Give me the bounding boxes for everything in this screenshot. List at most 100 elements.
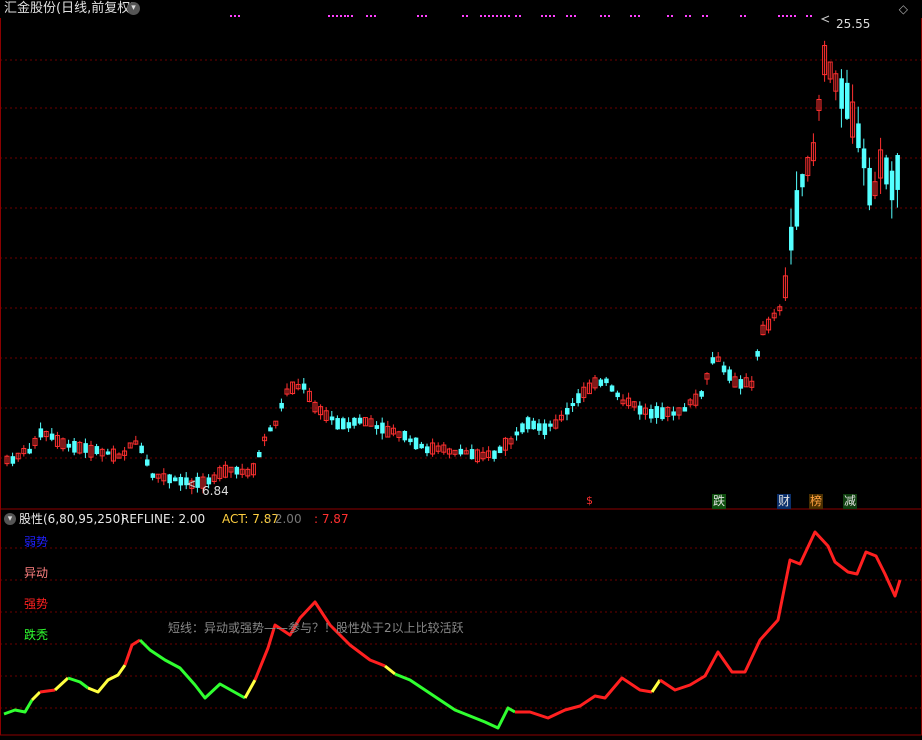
candle-body bbox=[458, 448, 464, 455]
candle-body bbox=[497, 446, 503, 454]
event-tag-finance[interactable]: 财 bbox=[777, 494, 792, 509]
candle-body bbox=[352, 417, 357, 426]
candle-body bbox=[660, 407, 665, 420]
candle-body bbox=[604, 378, 609, 384]
candle-body bbox=[699, 391, 704, 397]
candle-body bbox=[150, 473, 156, 478]
candle-body bbox=[195, 476, 200, 488]
indicator-hint: 短线：异动或强势——参与？！股性处于2以上比较活跃 bbox=[168, 621, 464, 635]
candle-body bbox=[889, 170, 895, 201]
candle-body bbox=[268, 427, 273, 432]
candle-body bbox=[615, 392, 620, 398]
candle-body bbox=[346, 422, 352, 429]
candle-body bbox=[548, 423, 553, 427]
candle-body bbox=[66, 443, 72, 448]
indicator-segment-strong bbox=[39, 688, 56, 694]
indicator-segment-strong bbox=[253, 600, 386, 681]
legend-strong: 强势 bbox=[24, 597, 49, 611]
min-price-label: 6.84 bbox=[202, 484, 229, 498]
indicator-name[interactable]: 股性(6,80,95,250) bbox=[19, 510, 125, 528]
candle-body bbox=[884, 157, 889, 185]
indicator-segment-transition bbox=[650, 679, 662, 693]
candle-body bbox=[537, 423, 542, 431]
candle-body bbox=[794, 190, 800, 227]
candle-body bbox=[867, 167, 872, 206]
indicator-menu-icon[interactable]: ▾ bbox=[4, 513, 16, 525]
candle-body bbox=[234, 466, 240, 475]
candle-body bbox=[738, 379, 744, 389]
candle-body bbox=[710, 357, 716, 364]
candle-body bbox=[789, 226, 794, 251]
candle-body bbox=[721, 365, 727, 373]
candle-body bbox=[94, 446, 100, 455]
candle-body bbox=[173, 477, 178, 482]
candle-body bbox=[839, 78, 844, 109]
candle-body bbox=[301, 383, 307, 390]
candle-body bbox=[178, 477, 184, 486]
candle-body bbox=[800, 174, 805, 188]
diamond-icon[interactable]: ◇ bbox=[899, 0, 908, 18]
candle-body bbox=[279, 402, 284, 409]
indicator-segment-strong bbox=[515, 676, 653, 720]
secondary-value: : 2.00 bbox=[267, 512, 302, 526]
event-tag-reduce[interactable]: 减 bbox=[843, 494, 858, 509]
indicator-segment-fall bbox=[394, 672, 516, 730]
candle-body bbox=[637, 405, 643, 415]
candle-body bbox=[649, 409, 654, 419]
candle-body bbox=[27, 448, 32, 454]
candle-body bbox=[425, 446, 430, 454]
candle-body bbox=[469, 449, 475, 460]
indicator-segment-fall bbox=[3, 699, 34, 716]
candle-body bbox=[38, 428, 44, 438]
candle-body bbox=[671, 411, 676, 416]
candle-body bbox=[727, 369, 732, 381]
chevron-down-icon[interactable]: ▾ bbox=[127, 2, 140, 15]
candle-body bbox=[145, 459, 150, 466]
candle-body bbox=[576, 393, 581, 404]
candle-body bbox=[335, 418, 340, 430]
indicator-segment-strong bbox=[123, 638, 141, 666]
indicator-segment-fall bbox=[138, 638, 246, 700]
candle-body bbox=[609, 385, 615, 392]
indicator-segment-transition bbox=[53, 676, 70, 692]
candle-body bbox=[374, 425, 380, 429]
candle-body bbox=[380, 422, 385, 434]
candle-body bbox=[139, 445, 144, 454]
candle-body bbox=[525, 417, 531, 430]
candle-body bbox=[565, 407, 570, 415]
indicator-segment-transition bbox=[87, 664, 127, 694]
candle-body bbox=[514, 431, 520, 436]
candle-body bbox=[413, 437, 419, 450]
candle-body bbox=[83, 443, 88, 453]
candle-body bbox=[357, 417, 363, 424]
candle-body bbox=[341, 418, 346, 430]
candle-body bbox=[49, 433, 55, 440]
candle-body bbox=[682, 407, 688, 412]
event-tag-dollar[interactable]: $ bbox=[586, 494, 593, 507]
candle-body bbox=[492, 450, 497, 459]
candle-body bbox=[755, 351, 760, 357]
refline-value: REFLINE: 2.00 bbox=[121, 512, 206, 526]
max-price-label: 25.55 bbox=[836, 17, 871, 31]
candle-body bbox=[105, 451, 111, 455]
event-tag-board[interactable]: 榜 bbox=[809, 494, 824, 509]
candle-body bbox=[10, 456, 16, 464]
indicator-segment-fall bbox=[67, 676, 89, 690]
candle-body bbox=[895, 155, 900, 190]
tertiary-value: : 7.87 bbox=[314, 512, 349, 526]
candle-body bbox=[72, 440, 77, 453]
candle-body bbox=[654, 406, 660, 418]
grid-lines bbox=[0, 59, 922, 709]
chart-title: 汇金股份(日线,前复权) bbox=[4, 1, 136, 16]
candle-body bbox=[542, 423, 548, 435]
indicator-segment-transition bbox=[30, 690, 42, 702]
candle-body bbox=[570, 403, 576, 407]
candle-body bbox=[257, 451, 262, 458]
indicator-segment-transition bbox=[384, 664, 396, 676]
legend-abnormal: 异动 bbox=[24, 566, 49, 580]
indicator-segment-strong bbox=[659, 530, 902, 692]
candle-body bbox=[856, 123, 861, 149]
event-tag-fall[interactable]: 跌 bbox=[712, 494, 727, 509]
candle-body bbox=[408, 438, 413, 443]
candle-body bbox=[167, 474, 172, 484]
